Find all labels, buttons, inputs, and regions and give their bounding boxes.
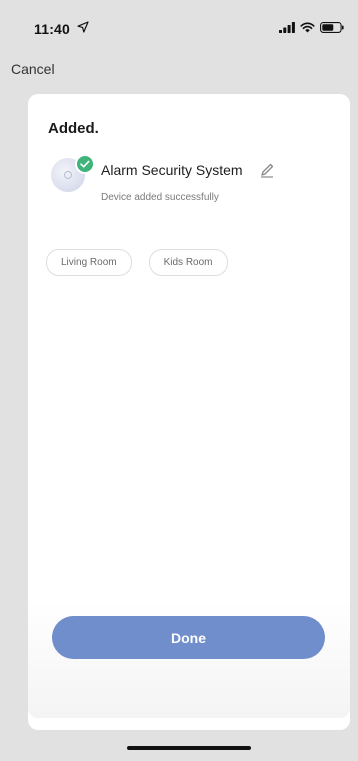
location-arrow-icon [77,21,89,33]
room-list: Living Room Kids Room [46,249,228,276]
device-status-text: Device added successfully [101,192,219,203]
cancel-button[interactable]: Cancel [11,61,55,77]
room-chip-kids-room[interactable]: Kids Room [148,249,228,276]
device-name: Alarm Security System [101,162,243,178]
status-icons [279,22,344,33]
done-footer: Done [28,600,350,718]
page-title: Added. [48,120,99,137]
room-chip-living-room[interactable]: Living Room [46,249,132,276]
pencil-icon[interactable] [259,162,275,178]
status-time: 11:40 [34,21,71,37]
home-indicator[interactable] [127,746,251,750]
status-bar: 11:40 [0,0,358,52]
check-circle-icon [75,154,95,174]
battery-icon [320,22,344,33]
device-added-card: Added. Alarm Security System Device adde… [28,94,350,730]
done-button[interactable]: Done [52,616,325,659]
signal-icon [279,22,295,33]
device-sensor-dot [64,171,72,179]
wifi-icon [300,22,315,33]
